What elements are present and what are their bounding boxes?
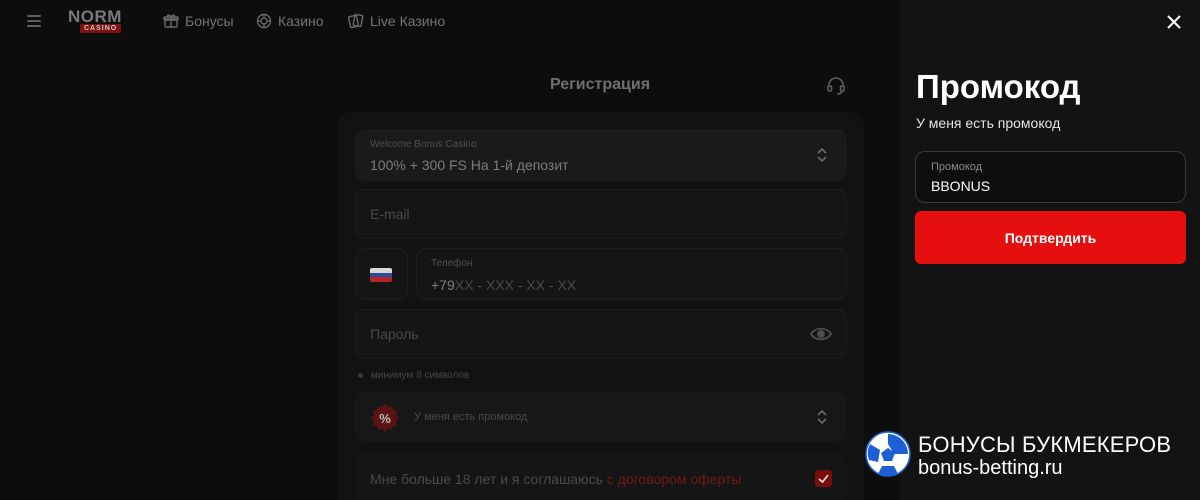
promo-panel-title: Промокод (916, 68, 1081, 105)
password-placeholder: Пароль (370, 326, 419, 342)
email-field[interactable]: E-mail (355, 189, 847, 239)
svg-text:%: % (379, 411, 391, 426)
promo-code-label: Промокод (931, 161, 983, 173)
bonus-select-value: 100% + 300 FS На 1-й депозит (370, 157, 569, 173)
bullet-icon (358, 373, 363, 378)
registration-title: Регистрация (549, 76, 651, 93)
phone-label: Телефон (431, 258, 473, 269)
nav-item-bonuses[interactable]: Бонусы (163, 13, 234, 29)
bonus-select-label: Welcome Bonus Casino (370, 139, 477, 150)
cards-icon (348, 13, 364, 29)
promo-panel-subtitle: У меня есть промокод (916, 115, 1061, 131)
terms-text: Мне больше 18 лет и я соглашаюсь (370, 471, 603, 487)
eye-icon[interactable] (810, 326, 832, 342)
terms-agreement: Мне больше 18 лет и я соглашаюсь с догов… (355, 452, 847, 500)
terms-checkbox[interactable] (815, 470, 832, 487)
support-headset-icon[interactable] (826, 76, 846, 96)
bonus-select[interactable]: Welcome Bonus Casino 100% + 300 FS На 1-… (355, 129, 847, 181)
promo-code-field[interactable]: Промокод (915, 151, 1186, 203)
promo-code-panel: Промокод У меня есть промокод Промокод П… (900, 0, 1200, 500)
casino-chip-icon (256, 13, 272, 29)
soccer-ball-icon (865, 431, 911, 477)
promo-code-toggle[interactable]: % У меня есть промокод (355, 391, 847, 442)
nav-item-label: Бонусы (185, 13, 234, 29)
terms-agreement-text: Мне больше 18 лет и я соглашаюсь с догов… (370, 471, 741, 487)
watermark-title: БОНУСЫ БУКМЕКЕРОВ (918, 432, 1172, 457)
terms-link[interactable]: с договором оферты (607, 471, 742, 487)
email-placeholder: E-mail (370, 206, 410, 222)
menu-icon[interactable] (27, 15, 41, 27)
close-icon[interactable] (1166, 14, 1182, 30)
chevron-up-down-icon (817, 409, 827, 424)
confirm-button[interactable]: Подтвердить (915, 211, 1186, 264)
russia-flag-icon (370, 268, 392, 282)
logo-main-text: NORM (68, 7, 122, 26)
nav-item-live-casino[interactable]: Live Казино (348, 13, 445, 29)
promo-code-input[interactable] (931, 178, 1171, 194)
casino-logo[interactable]: NORM CASINO (68, 7, 134, 33)
promo-code-toggle-label: У меня есть промокод (414, 410, 528, 423)
top-header: NORM CASINO Бонусы Казино Live Казино (0, 0, 900, 46)
password-hint-text: минимум 8 символов (371, 370, 470, 381)
country-code-select[interactable] (355, 248, 408, 300)
watermark-url: bonus-betting.ru (918, 457, 1063, 479)
phone-field[interactable]: Телефон +79XX - XXX - XX - XX (416, 248, 847, 300)
logo-sub-text: CASINO (80, 24, 122, 33)
nav-item-label: Live Казино (370, 13, 446, 29)
phone-value: +79XX - XXX - XX - XX (431, 277, 576, 293)
percent-badge-icon: % (371, 404, 399, 432)
password-hint: минимум 8 символов (358, 370, 469, 381)
nav-item-casino[interactable]: Казино (256, 13, 324, 29)
password-field[interactable]: Пароль (355, 309, 847, 359)
checkmark-icon (818, 474, 829, 484)
phone-prefix: +79 (431, 277, 455, 293)
nav-item-label: Казино (278, 13, 324, 29)
chevron-up-down-icon (817, 147, 827, 163)
phone-mask: XX - XXX - XX - XX (454, 277, 577, 293)
gift-icon (163, 14, 179, 28)
